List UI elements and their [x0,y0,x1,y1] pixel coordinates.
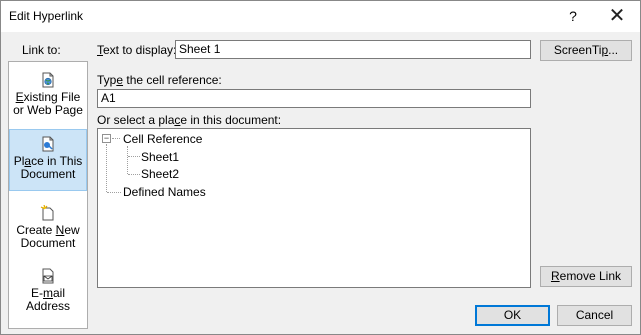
tree-connector [127,146,128,174]
title-bar: Edit Hyperlink ? ✕ [1,1,640,32]
link-option-existing-file[interactable]: Existing File or Web Page [9,66,87,128]
ok-button[interactable]: OK [475,305,550,326]
link-option-place-in-document[interactable]: Place in This Document [9,129,87,191]
link-option-label-line2: Address [25,299,71,313]
cancel-button[interactable]: Cancel [557,305,632,326]
link-option-label-line2: or Web Page [13,103,83,117]
tree-connector [112,138,120,139]
tree-node-cell-reference[interactable]: Cell Reference [123,132,202,146]
cell-reference-label: Type the cell reference: [97,73,222,87]
remove-link-button[interactable]: Remove Link [540,266,632,287]
place-tree[interactable]: − Cell Reference Sheet1 Sheet2 Defined N… [97,128,531,288]
text-to-display-label: Text to display: [97,43,177,57]
tree-connector [107,192,121,193]
tree-connector [106,144,107,192]
help-button[interactable]: ? [561,6,585,26]
text-to-display-input[interactable]: Sheet 1 [175,40,531,59]
tree-expander-collapse-icon[interactable]: − [102,134,111,143]
tree-node-sheet2[interactable]: Sheet2 [141,167,179,181]
link-option-label-line2: Document [20,236,76,250]
place-in-document-label: Or select a place in this document: [97,113,282,127]
link-option-label-line2: Document [20,167,76,181]
email-icon [42,268,54,284]
tree-connector [128,174,140,175]
web-page-icon [42,72,54,88]
cell-reference-input[interactable]: A1 [97,89,531,108]
dialog-title: Edit Hyperlink [9,9,84,23]
tree-connector [128,156,140,157]
new-document-icon [40,205,54,221]
tree-node-sheet1[interactable]: Sheet1 [141,150,179,164]
link-option-email[interactable]: E-mail Address [9,262,87,324]
tree-node-defined-names[interactable]: Defined Names [123,185,206,199]
link-to-label: Link to: [22,43,61,57]
link-to-bar: Existing File or Web Page Place in This … [8,61,88,329]
close-button[interactable]: ✕ [597,3,637,29]
screentip-button[interactable]: ScreenTip... [540,40,632,61]
edit-hyperlink-dialog: Edit Hyperlink ? ✕ Link to: Existing Fil… [0,0,641,335]
document-place-icon [42,136,54,152]
link-option-create-new[interactable]: Create New Document [9,199,87,261]
